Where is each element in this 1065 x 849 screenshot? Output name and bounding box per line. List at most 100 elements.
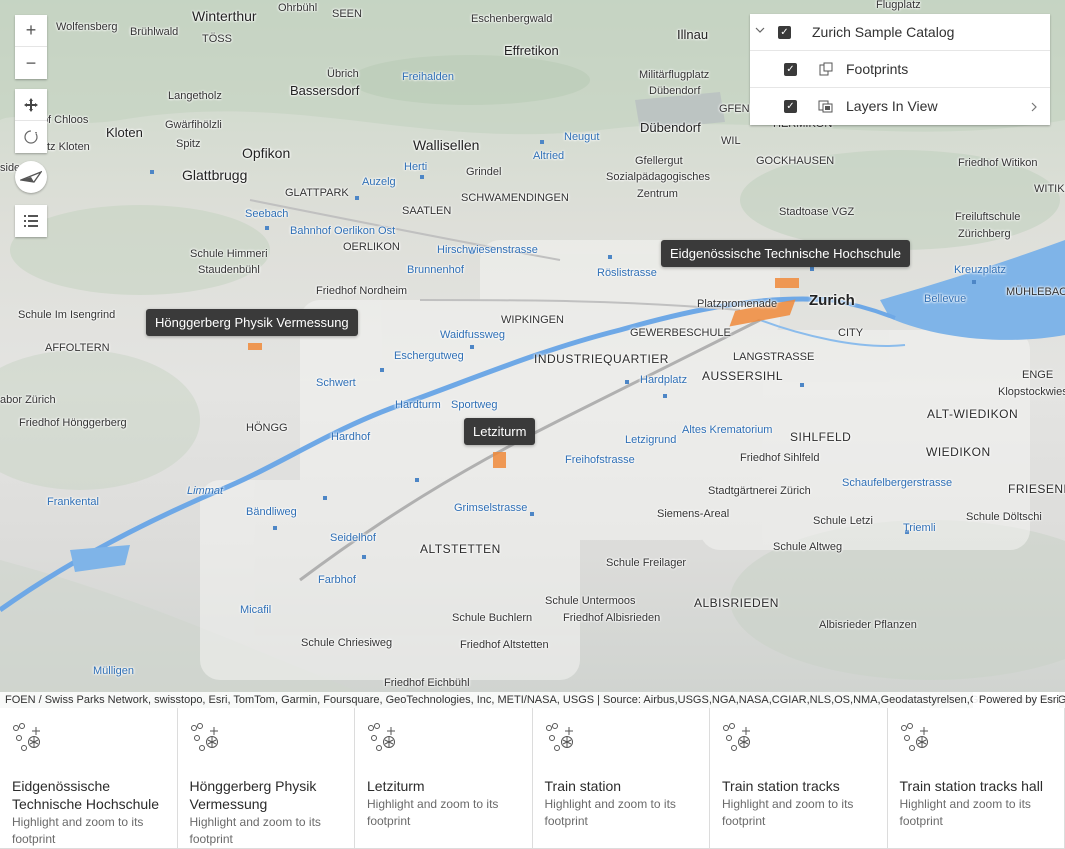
card-description: Highlight and zoom to its footprint [367, 797, 499, 828]
powered-by-esri[interactable]: Powered by Esri [972, 692, 1059, 708]
place-label: Schule Buchlern [452, 612, 533, 624]
card-title: Letziturm [367, 778, 425, 794]
place-label: Stadtgärtnerei Zürich [708, 485, 811, 497]
card-train-station-tracks-hall[interactable]: Train station tracks hall Highlight and … [887, 708, 1065, 849]
place-label: AFFOLTERN [45, 342, 110, 354]
rotate-button[interactable] [15, 121, 47, 153]
place-label: Übrich [327, 68, 359, 80]
place-label: Platzpromenade [697, 298, 778, 310]
catalog-checkbox[interactable]: ✓ [778, 26, 791, 39]
place-label: Wolfensberg [56, 21, 118, 33]
layer-list-button[interactable] [15, 205, 47, 237]
card-train-station-tracks[interactable]: Train station tracks Highlight and zoom … [710, 708, 888, 849]
place-label: Schule Altweg [773, 541, 843, 553]
place-label: Militärflugplatz [639, 69, 710, 81]
place-label: Dübendorf [640, 120, 701, 135]
card-description: Highlight and zoom to its footprint [722, 797, 854, 828]
place-label: CITY [838, 327, 864, 339]
attribution-bar[interactable]: FOEN / Swiss Parks Network, swisstopo, E… [0, 692, 1065, 708]
card-hongg-physik[interactable]: Hönggerberg Physik Vermessung Highlight … [177, 708, 355, 849]
footprints-checkbox[interactable]: ✓ [784, 63, 797, 76]
place-label: Sportweg [451, 399, 498, 411]
place-label: Schule Döltschi [966, 511, 1042, 523]
card-train-station[interactable]: Train station Highlight and zoom to its … [532, 708, 710, 849]
callout-letziturm[interactable]: Letziturm [464, 418, 536, 445]
place-label: ALT-WIEDIKON [927, 407, 1019, 421]
place-label: Effretikon [504, 43, 559, 58]
place-label: Klopstockwies [998, 386, 1065, 398]
place-label: Schule Himmeri [190, 248, 268, 260]
zoom-in-button[interactable]: + [15, 15, 47, 47]
place-label: Grimselstrasse [454, 502, 528, 514]
place-label: Zentrum [637, 188, 678, 200]
place-label: Eschenbergwald [471, 13, 553, 25]
place-label: INDUSTRIEQUARTIER [534, 352, 669, 366]
place-label: Freihofstrasse [565, 454, 635, 466]
place-label: ALBISRIEDEN [694, 596, 779, 610]
place-label: Altes Krematorium [682, 424, 773, 436]
place-label: Frankental [47, 496, 99, 508]
chevron-down-icon[interactable] [755, 25, 765, 38]
footprints-label: Footprints [846, 61, 909, 77]
place-label: Hardhof [331, 431, 371, 443]
place-label: GEWERBESCHULE [630, 327, 731, 339]
place-label: Glattbrugg [182, 167, 248, 183]
layer-item-catalog[interactable]: ✓ Zurich Sample Catalog [750, 14, 1050, 51]
place-label: abor Zürich [0, 394, 56, 406]
letziturm-footprint[interactable] [493, 452, 506, 468]
place-label: Freihalden [402, 71, 454, 83]
place-label: Ohrbühl [278, 2, 318, 14]
place-label: Staudenbühl [198, 264, 260, 276]
place-label: Winterthur [192, 8, 257, 24]
place-label: AUSSERSIHL [702, 369, 784, 383]
place-label: Stadtoase VGZ [779, 206, 855, 218]
chevron-right-icon[interactable] [1030, 100, 1038, 116]
place-label: ALTSTETTEN [420, 542, 501, 556]
highlight-zoom-icon [190, 723, 218, 751]
layers-in-view-label: Layers In View [846, 98, 938, 114]
card-eth[interactable]: Eidgenössische Technische Hochschule Hig… [0, 708, 178, 849]
layer-item-footprints[interactable]: ✓ Footprints [750, 51, 1050, 88]
card-title: Train station tracks [722, 778, 840, 794]
place-label: Farbhof [318, 574, 356, 586]
callout-eth[interactable]: Eidgenössische Technische Hochschule [661, 240, 911, 267]
zoom-out-button[interactable]: − [15, 47, 47, 79]
compass-button[interactable] [15, 161, 47, 193]
place-label: Schwert [316, 377, 356, 389]
highlight-zoom-icon [13, 723, 40, 751]
place-label: Herti [404, 161, 428, 173]
place-label: Zurich [809, 292, 855, 309]
callout-hongg-physik[interactable]: Hönggerberg Physik Vermessung [146, 309, 358, 336]
place-label: Schaufelbergerstrasse [842, 477, 953, 489]
place-label: Grindel [466, 166, 502, 178]
eth-footprint-top[interactable] [775, 278, 799, 288]
layers-in-view-checkbox[interactable]: ✓ [784, 100, 797, 113]
map-view[interactable]: Winterthur Ohrbühl SEEN Eschenbergwald I… [0, 0, 1065, 708]
place-label: Wallisellen [413, 137, 480, 153]
layer-item-layers-in-view[interactable]: ✓ Layers In View [750, 88, 1050, 125]
place-label: ENGE [1022, 369, 1054, 381]
place-label: Bellevue [924, 293, 967, 305]
place-label: Friedhof Albisrieden [563, 612, 661, 624]
group-layer-icon [818, 98, 834, 117]
place-label: Freiluftschule [955, 211, 1021, 223]
feature-layer-icon [818, 61, 834, 80]
card-letziturm[interactable]: Letziturm Highlight and zoom to its foot… [355, 708, 533, 849]
place-label: Flugplatz [876, 0, 921, 11]
pan-button[interactable] [15, 89, 47, 121]
place-label: SCHWAMENDINGEN [461, 192, 569, 204]
place-label: Micafil [240, 604, 272, 616]
place-label: WIPKINGEN [501, 314, 564, 326]
place-label: Bassersdorf [290, 83, 360, 98]
card-title: Train station tracks hall [899, 778, 1043, 794]
place-label: SIHLFELD [790, 430, 852, 444]
place-label: Sozialpädagogisches [606, 171, 710, 183]
layer-list-icon [24, 215, 38, 227]
place-label: Illnau [677, 27, 709, 42]
hongg-footprint[interactable] [248, 343, 262, 350]
place-label: GOCKHAUSEN [756, 155, 835, 167]
place-label: Bändliweg [246, 506, 297, 518]
navigation-toggle [15, 89, 47, 153]
place-label: Friedhof Altstetten [460, 639, 549, 651]
place-label: Zürichberg [958, 228, 1011, 240]
